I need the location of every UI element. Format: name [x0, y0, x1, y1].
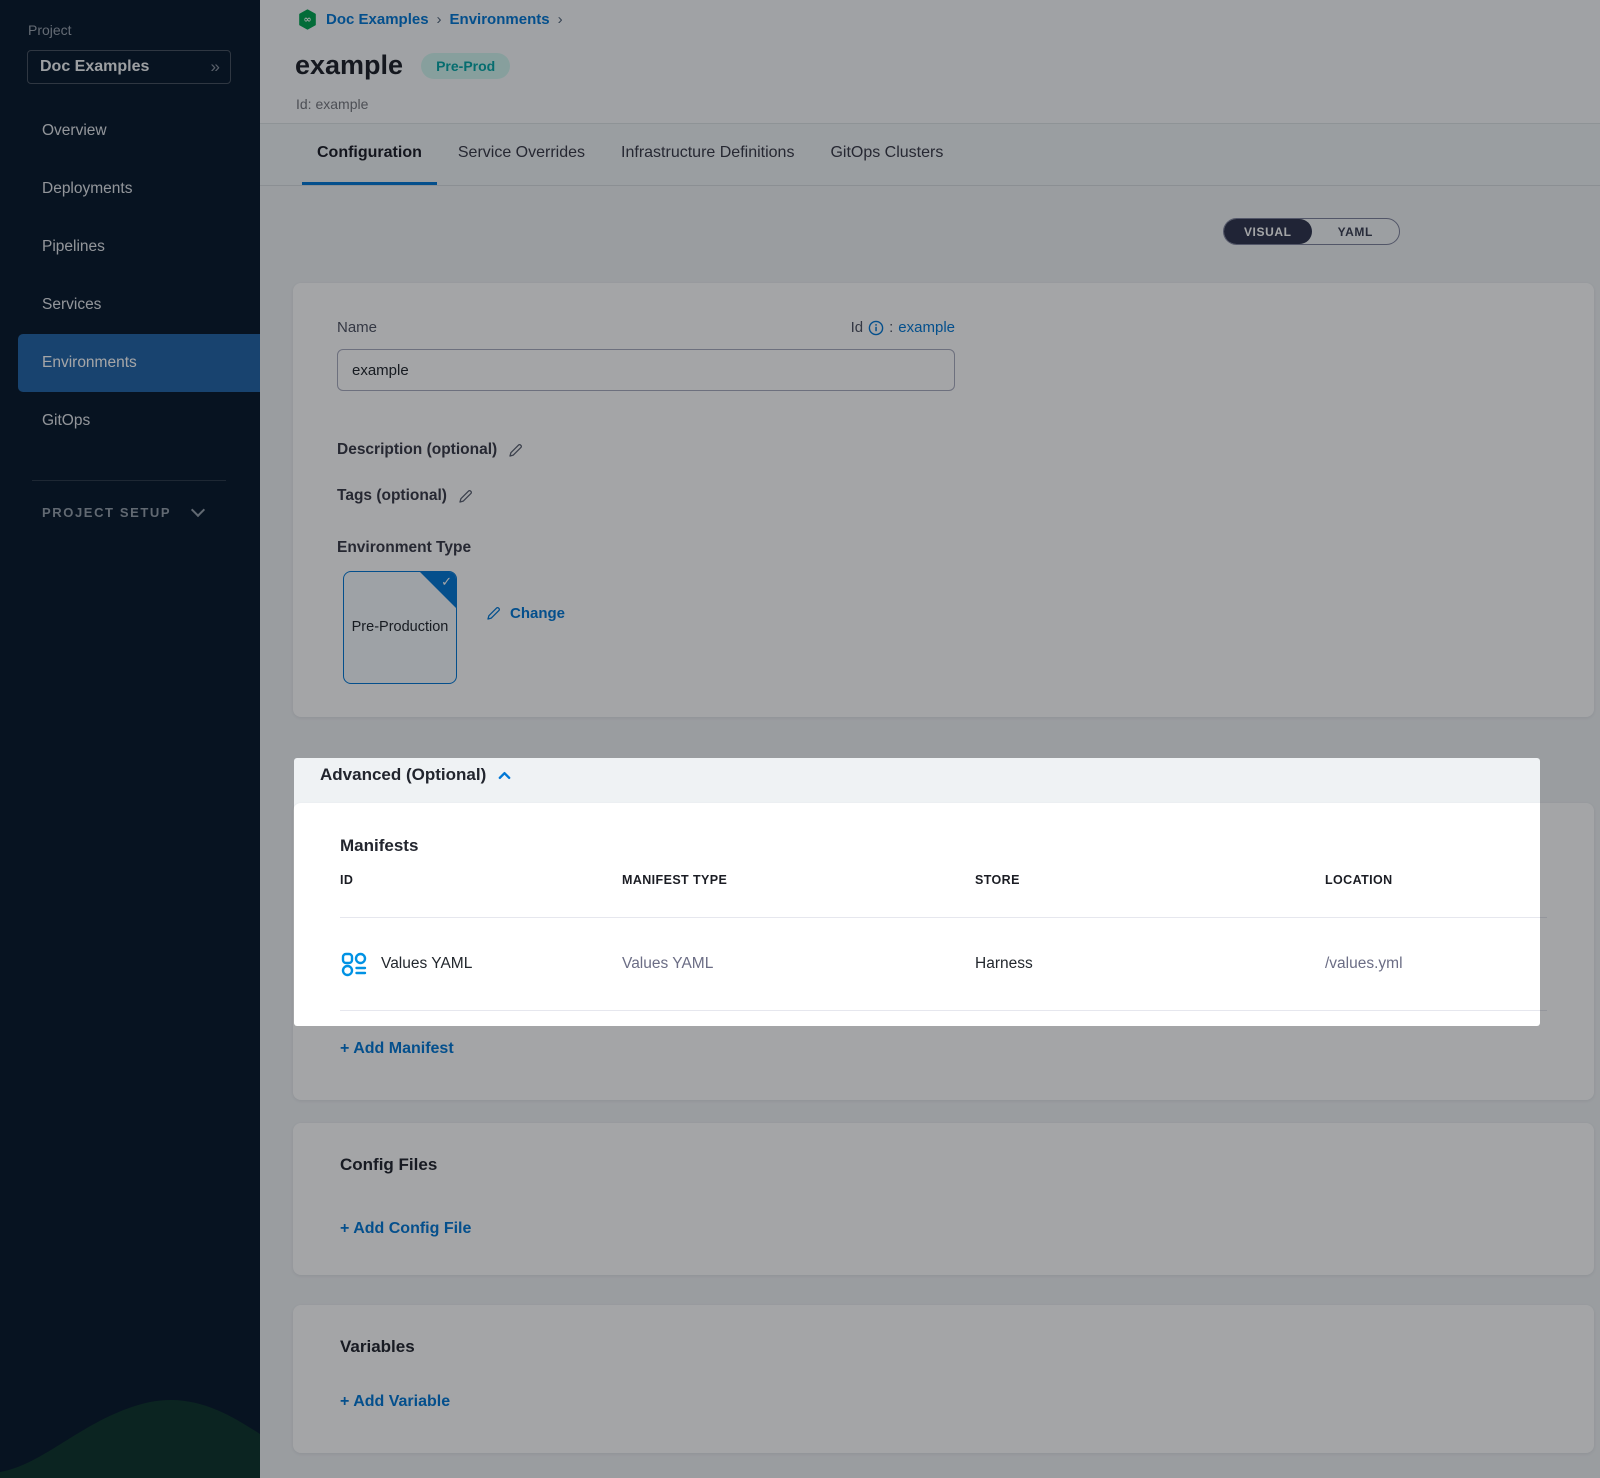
- manifest-type-cell: Values YAML: [622, 955, 975, 973]
- sidebar: Project Doc Examples » Overview Deployme…: [0, 0, 260, 1478]
- name-input[interactable]: [337, 349, 955, 391]
- add-variable-button[interactable]: + Add Variable: [340, 1393, 450, 1411]
- breadcrumb: ∞ Doc Examples › Environments ›: [297, 9, 563, 30]
- edit-pencil-icon[interactable]: [507, 442, 524, 459]
- tab-infrastructure-definitions[interactable]: Infrastructure Definitions: [606, 124, 809, 185]
- environment-form-card: Name Id : example Description (optional): [293, 283, 1594, 717]
- config-files-card: Config Files + Add Config File: [293, 1123, 1594, 1275]
- svg-text:∞: ∞: [303, 15, 311, 26]
- chevron-down-icon: [191, 503, 205, 517]
- toggle-yaml[interactable]: YAML: [1312, 219, 1400, 244]
- variables-card: Variables + Add Variable: [293, 1305, 1594, 1453]
- project-selector-value: Doc Examples: [40, 58, 211, 76]
- manifests-heading: Manifests: [340, 836, 418, 856]
- check-icon: ✓: [441, 574, 452, 590]
- environment-type-card-preproduction[interactable]: Pre-Production ✓: [343, 571, 457, 684]
- tab-configuration[interactable]: Configuration: [302, 124, 437, 185]
- config-files-heading: Config Files: [340, 1155, 437, 1175]
- visual-yaml-toggle: VISUAL YAML: [1223, 218, 1400, 245]
- manifest-id-text: Values YAML: [381, 955, 472, 973]
- manifests-card: Manifests ID MANIFEST TYPE STORE LOCATIO…: [293, 803, 1594, 1100]
- app-window: Project Doc Examples » Overview Deployme…: [0, 0, 1600, 1478]
- sidebar-divider: [32, 480, 226, 481]
- advanced-section-toggle[interactable]: Advanced (Optional): [320, 765, 511, 785]
- breadcrumb-separator: ›: [437, 11, 442, 28]
- id-value-link[interactable]: example: [898, 319, 955, 336]
- sidebar-item-services[interactable]: Services: [0, 276, 260, 334]
- sidebar-nav: Overview Deployments Pipelines Services …: [0, 102, 260, 450]
- page-header: ∞ Doc Examples › Environments › example …: [260, 0, 1600, 123]
- name-label: Name: [337, 319, 377, 336]
- manifest-store-cell: Harness: [975, 955, 1325, 973]
- sidebar-item-environments[interactable]: Environments: [18, 334, 260, 392]
- values-yaml-manifest-icon: [340, 950, 368, 978]
- chevron-up-icon: [498, 769, 511, 782]
- advanced-section-title: Advanced (Optional): [320, 765, 486, 785]
- info-icon[interactable]: [868, 320, 884, 336]
- name-field-header: Name Id : example: [337, 319, 955, 336]
- column-header-manifest-type: MANIFEST TYPE: [622, 873, 975, 887]
- title-row: example Pre-Prod: [295, 50, 510, 81]
- entity-id-line: Id: example: [296, 96, 368, 112]
- edit-pencil-icon: [485, 605, 502, 622]
- column-header-location: LOCATION: [1325, 873, 1547, 887]
- manifest-table-row[interactable]: Values YAML Values YAML Harness /values.…: [340, 917, 1547, 1010]
- project-label: Project: [28, 22, 72, 38]
- manifest-location-cell: /values.yml: [1325, 955, 1547, 973]
- edit-pencil-icon[interactable]: [457, 488, 474, 505]
- double-chevron-right-icon: »: [211, 57, 218, 77]
- sidebar-item-project-setup[interactable]: PROJECT SETUP: [42, 498, 232, 526]
- description-label: Description (optional): [337, 441, 497, 459]
- sidebar-item-gitops[interactable]: GitOps: [0, 392, 260, 450]
- breadcrumb-link-project[interactable]: Doc Examples: [326, 11, 429, 28]
- toggle-visual[interactable]: VISUAL: [1224, 219, 1312, 244]
- sidebar-item-deployments[interactable]: Deployments: [0, 160, 260, 218]
- tags-row: Tags (optional): [337, 487, 474, 505]
- id-word: Id: [851, 319, 864, 336]
- column-header-store: STORE: [975, 873, 1325, 887]
- sidebar-item-overview[interactable]: Overview: [0, 102, 260, 160]
- add-config-file-button[interactable]: + Add Config File: [340, 1220, 471, 1238]
- environment-type-card-label: Pre-Production: [352, 616, 449, 639]
- column-header-id: ID: [340, 873, 622, 887]
- main-area: ∞ Doc Examples › Environments › example …: [260, 0, 1600, 1478]
- change-label: Change: [510, 605, 565, 622]
- id-colon: :: [889, 319, 893, 336]
- tags-label: Tags (optional): [337, 487, 447, 505]
- page-title: example: [295, 50, 403, 81]
- breadcrumb-link-environments[interactable]: Environments: [450, 11, 550, 28]
- sidebar-decorative-wave: [0, 1368, 260, 1478]
- add-manifest-button[interactable]: + Add Manifest: [340, 1040, 454, 1058]
- change-environment-type-link[interactable]: Change: [485, 605, 565, 622]
- manifest-id-cell: Values YAML: [340, 950, 622, 978]
- project-selector[interactable]: Doc Examples »: [27, 50, 231, 84]
- project-setup-label: PROJECT SETUP: [42, 505, 171, 520]
- manifests-table-header: ID MANIFEST TYPE STORE LOCATION: [340, 873, 1547, 887]
- sidebar-item-pipelines[interactable]: Pipelines: [0, 218, 260, 276]
- id-chip: Id : example: [851, 319, 955, 336]
- harness-cd-module-icon: ∞: [297, 9, 318, 30]
- breadcrumb-separator: ›: [558, 11, 563, 28]
- variables-heading: Variables: [340, 1337, 415, 1357]
- tabs-bar: Configuration Service Overrides Infrastr…: [260, 123, 1600, 186]
- tab-gitops-clusters[interactable]: GitOps Clusters: [815, 124, 958, 185]
- description-row: Description (optional): [337, 441, 524, 459]
- tab-service-overrides[interactable]: Service Overrides: [443, 124, 600, 185]
- environment-type-badge: Pre-Prod: [421, 53, 510, 79]
- environment-type-label: Environment Type: [337, 539, 471, 557]
- table-divider: [340, 1010, 1547, 1011]
